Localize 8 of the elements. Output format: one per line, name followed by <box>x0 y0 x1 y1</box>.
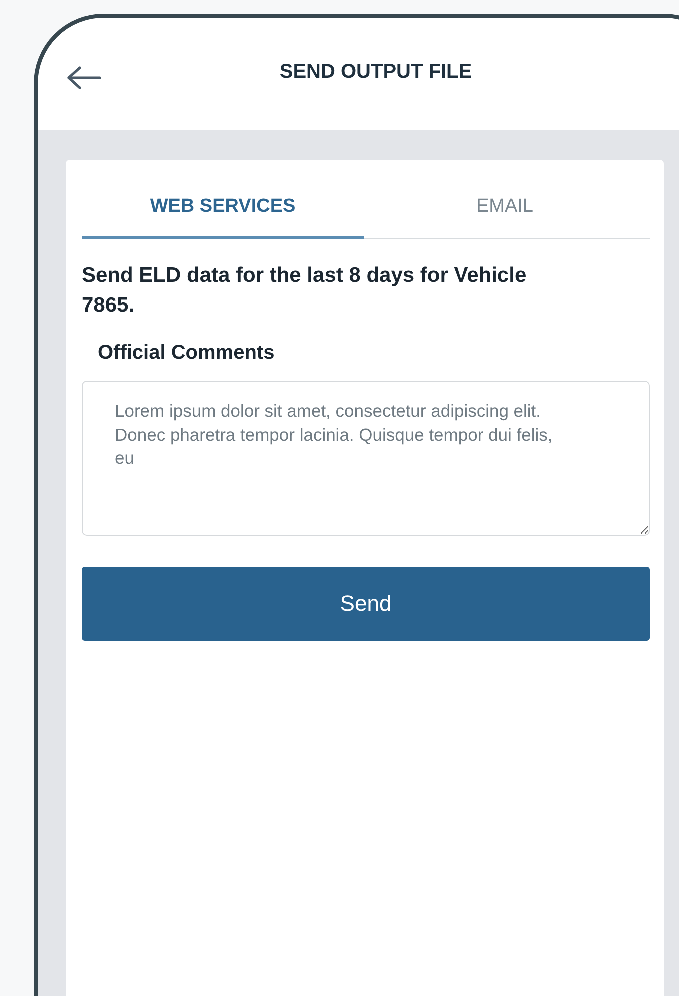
message-text: Send ELD data for the last 8 days for Vehicle 7865. <box>82 263 528 320</box>
back-arrow-icon[interactable] <box>66 66 102 90</box>
screen-title: SEND OUTPUT FILE <box>278 60 474 84</box>
tab[interactable]: EMAIL <box>364 178 646 239</box>
send-button[interactable]: Send <box>82 566 650 641</box>
tab[interactable]: WEB SERVICES <box>82 178 364 239</box>
comments-field[interactable]: Lorem ipsum dolor sit amet, consectetur adipiscing elit. Donec pharetra tempor lacinia. Quisque tempor dui felis, eu <box>82 380 650 536</box>
comments-label: Official Comments <box>98 342 276 365</box>
